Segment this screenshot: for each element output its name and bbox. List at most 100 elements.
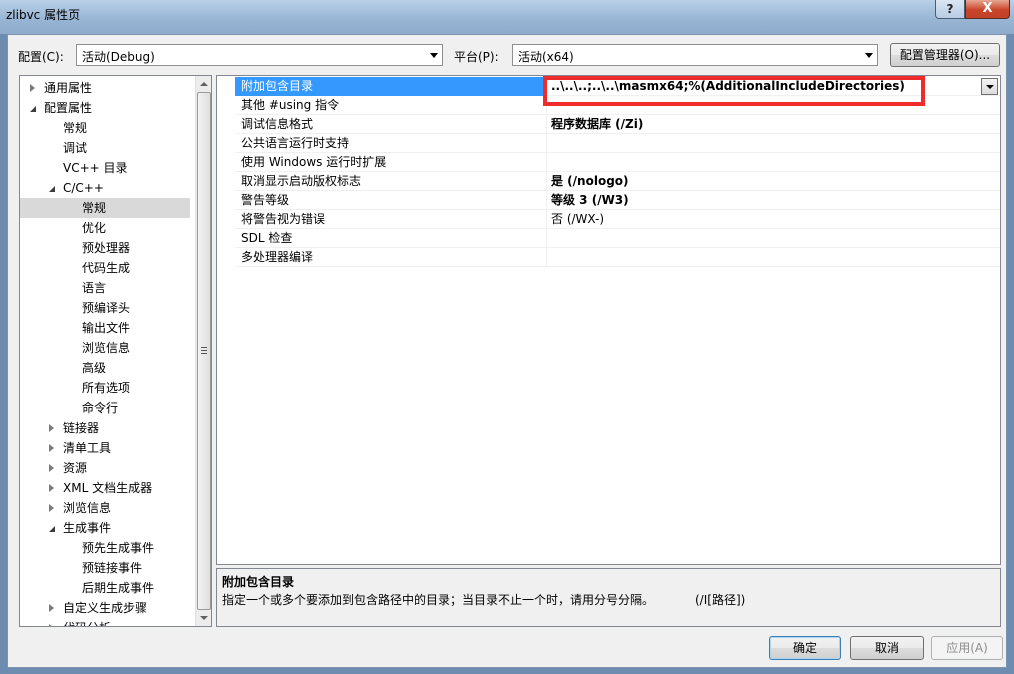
property-value[interactable]: 程序数据库 (/Zi): [547, 115, 1000, 134]
property-value[interactable]: 等级 3 (/W3): [547, 191, 1000, 210]
row-margin: [217, 229, 235, 248]
collapsed-arrow-icon[interactable]: [49, 624, 54, 626]
expanded-arrow-icon[interactable]: [49, 186, 55, 192]
tree-item-label: 预编译头: [82, 301, 131, 315]
tree-item[interactable]: 预编译头: [20, 298, 190, 318]
tree-item-label: 调试: [63, 141, 88, 155]
tree-item-label: 后期生成事件: [82, 581, 155, 595]
property-name[interactable]: 附加包含目录: [235, 77, 547, 96]
property-row[interactable]: 取消显示启动版权标志是 (/nologo): [217, 172, 1000, 191]
property-row[interactable]: 使用 Windows 运行时扩展: [217, 153, 1000, 172]
tree-item[interactable]: 代码分析: [20, 618, 190, 626]
property-name[interactable]: 多处理器编译: [235, 248, 547, 267]
tree-item[interactable]: 所有选项: [20, 378, 190, 398]
tree-item[interactable]: XML 文档生成器: [20, 478, 190, 498]
platform-label: 平台(P):: [454, 50, 499, 64]
property-name[interactable]: 调试信息格式: [235, 115, 547, 134]
property-tree[interactable]: 通用属性 配置属性 常规 调试 VC++ 目录 C/C++ 常规 优化 预处理器 代码生成 语言 预编…: [19, 75, 212, 627]
help-button[interactable]: ?: [935, 0, 965, 19]
property-row[interactable]: 将警告视为错误否 (/WX-): [217, 210, 1000, 229]
tree-item[interactable]: 输出文件: [20, 318, 190, 338]
tree-item[interactable]: 配置属性: [20, 98, 190, 118]
tree-item-label: 配置属性: [44, 101, 93, 115]
tree-item[interactable]: 自定义生成步骤: [20, 598, 190, 618]
tree-item[interactable]: 资源: [20, 458, 190, 478]
tree-item[interactable]: 调试: [20, 138, 190, 158]
tree-item[interactable]: 高级: [20, 358, 190, 378]
property-name[interactable]: 其他 #using 指令: [235, 96, 547, 115]
grip-icon: [201, 347, 207, 355]
close-button[interactable]: X: [965, 0, 1010, 19]
property-row[interactable]: 公共语言运行时支持: [217, 134, 1000, 153]
expanded-arrow-icon[interactable]: [30, 106, 36, 112]
property-value[interactable]: 否 (/WX-): [547, 210, 1000, 229]
row-margin: [217, 153, 235, 172]
property-name[interactable]: 取消显示启动版权标志: [235, 172, 547, 191]
tree-item[interactable]: 链接器: [20, 418, 190, 438]
property-row[interactable]: SDL 检查: [217, 229, 1000, 248]
tree-item-label: 代码生成: [82, 261, 131, 275]
expanded-arrow-icon[interactable]: [49, 526, 55, 532]
property-grid[interactable]: 附加包含目录 ..\..\..;..\..\masmx64;%(Additiona…: [216, 75, 1001, 565]
collapsed-arrow-icon[interactable]: [49, 504, 54, 512]
tree-item-label: 所有选项: [82, 381, 131, 395]
property-value[interactable]: [547, 134, 1000, 153]
property-name[interactable]: 公共语言运行时支持: [235, 134, 547, 153]
tree-item[interactable]: 语言: [20, 278, 190, 298]
config-label: 配置(C):: [18, 50, 64, 64]
cancel-button[interactable]: 取消: [850, 636, 924, 660]
scroll-down-icon[interactable]: [196, 610, 211, 626]
tree-item[interactable]: 优化: [20, 218, 190, 238]
tree-item[interactable]: 命令行: [20, 398, 190, 418]
config-dropdown[interactable]: 活动(Debug): [76, 44, 443, 66]
tree-item-label: 通用属性: [44, 81, 93, 95]
config-manager-button[interactable]: 配置管理器(O)...: [890, 43, 1000, 67]
property-name[interactable]: 将警告视为错误: [235, 210, 547, 229]
tree-item[interactable]: 浏览信息: [20, 498, 190, 518]
ok-button[interactable]: 确定: [769, 636, 841, 660]
collapsed-arrow-icon[interactable]: [49, 424, 54, 432]
platform-dropdown[interactable]: 活动(x64): [512, 44, 878, 66]
collapsed-arrow-icon[interactable]: [49, 604, 54, 612]
property-value[interactable]: [547, 153, 1000, 172]
tree-item-label: 预先生成事件: [82, 541, 155, 555]
property-value[interactable]: 是 (/nologo): [547, 172, 1000, 191]
platform-value: 活动(x64): [518, 50, 574, 64]
apply-button[interactable]: 应用(A): [931, 636, 1003, 660]
tree-item[interactable]: 后期生成事件: [20, 578, 190, 598]
tree-item[interactable]: 预先生成事件: [20, 538, 190, 558]
title-bar[interactable]: zlibvc 属性页 ? X: [0, 0, 1014, 34]
property-name[interactable]: 使用 Windows 运行时扩展: [235, 153, 547, 172]
collapsed-arrow-icon[interactable]: [49, 464, 54, 472]
dropdown-arrow-icon[interactable]: [981, 78, 998, 95]
property-row[interactable]: 警告等级 等级 3 (/W3): [217, 191, 1000, 210]
collapsed-arrow-icon[interactable]: [49, 484, 54, 492]
collapsed-arrow-icon[interactable]: [30, 84, 35, 92]
tree-item[interactable]: 清单工具: [20, 438, 190, 458]
chevron-down-icon: [865, 53, 873, 58]
tree-item-label: C/C++: [63, 181, 104, 195]
tree-item[interactable]: 浏览信息: [20, 338, 190, 358]
tree-item[interactable]: 代码生成: [20, 258, 190, 278]
tree-scrollbar[interactable]: [195, 76, 211, 626]
collapsed-arrow-icon[interactable]: [49, 444, 54, 452]
tree-item[interactable]: 预链接事件: [20, 558, 190, 578]
property-value[interactable]: [547, 229, 1000, 248]
property-row[interactable]: 多处理器编译: [217, 248, 1000, 267]
row-margin: [217, 134, 235, 153]
property-value[interactable]: [547, 248, 1000, 267]
tree-item[interactable]: 常规: [20, 198, 190, 218]
scroll-thumb[interactable]: [197, 92, 211, 610]
tree-item[interactable]: 通用属性: [20, 78, 190, 98]
tree-item[interactable]: C/C++: [20, 178, 190, 198]
tree-item[interactable]: 预处理器: [20, 238, 190, 258]
property-name[interactable]: 警告等级: [235, 191, 547, 210]
description-switch: (/I[路径]): [695, 593, 746, 607]
scroll-up-icon[interactable]: [196, 76, 211, 92]
tree-item[interactable]: 生成事件: [20, 518, 190, 538]
property-name[interactable]: SDL 检查: [235, 229, 547, 248]
tree-item[interactable]: 常规: [20, 118, 190, 138]
property-row[interactable]: 调试信息格式 程序数据库 (/Zi): [217, 115, 1000, 134]
row-margin: [217, 115, 235, 134]
tree-item[interactable]: VC++ 目录: [20, 158, 190, 178]
